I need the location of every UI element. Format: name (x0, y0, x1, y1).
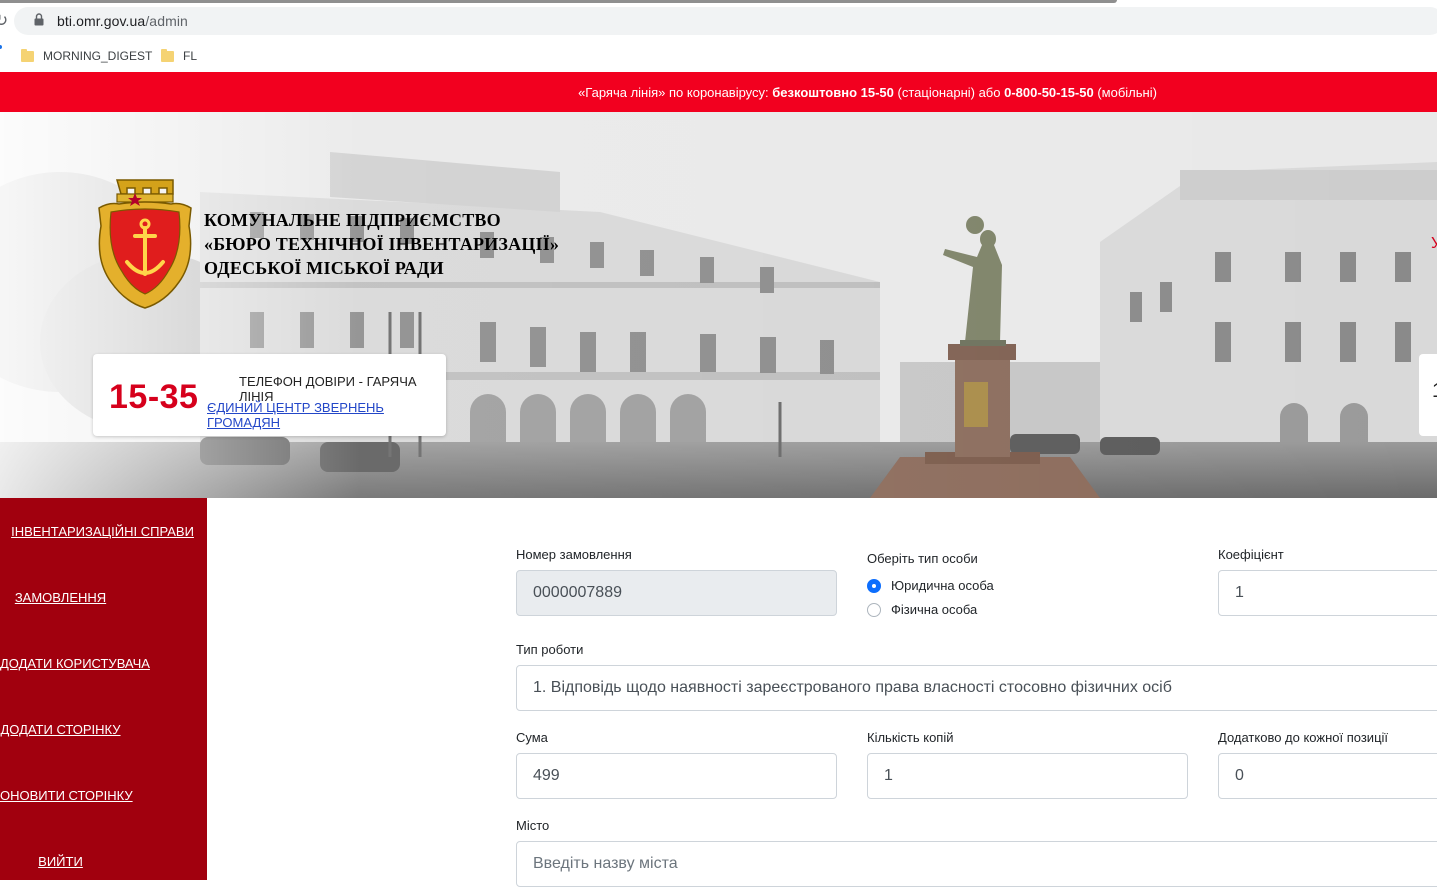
work-type-select[interactable]: 1. Відповідь щодо наявності зареєстрован… (516, 665, 1437, 711)
sidebar-item-add-user[interactable]: ДОДАТИ КОРИСТУВАЧА (0, 630, 207, 696)
sidebar-item-logout[interactable]: ВИЙТИ (0, 828, 207, 894)
coefficient-label: Коефіцієнт (1218, 547, 1284, 562)
org-name-line-2: «БЮРО ТЕХНІЧНОЇ ІНВЕНТАРИЗАЦІЇ» (204, 234, 560, 254)
partial-card-text: 1 (1432, 380, 1437, 403)
sidebar-item-update-page[interactable]: ОНОВИТИ СТОРІНКУ (0, 762, 207, 828)
reload-icon[interactable]: ↻ (0, 11, 8, 31)
url-path: /admin (145, 13, 188, 29)
hotline-suffix: (мобільні) (1093, 84, 1157, 100)
org-name-line-3: ОДЕСЬКОЇ МІСЬКОЇ РАДИ (204, 258, 444, 278)
partial-info-card: 1 (1419, 354, 1437, 436)
order-number-label: Номер замовлення (516, 547, 632, 562)
bookmark-label: MORNING_DIGEST (43, 49, 153, 63)
sum-label: Сума (516, 730, 548, 745)
trust-phone-number: 15-35 (109, 378, 199, 416)
copies-label: Кількість копій (867, 730, 954, 745)
odessa-coat-of-arms-logo (98, 179, 192, 309)
browser-tab-strip-edge (0, 0, 1117, 3)
city-label: Місто (516, 818, 550, 833)
sidebar-item-label: ЗАМОВЛЕННЯ (14, 589, 107, 605)
city-input[interactable]: Введіть назву міста (516, 841, 1437, 887)
org-name-line-1: КОМУНАЛЬНЕ ПІДПРИЄМСТВО (204, 210, 501, 230)
radio-individual[interactable]: Фізична особа (867, 602, 977, 617)
radio-button-unchecked[interactable] (867, 602, 881, 617)
url-text[interactable]: bti.omr.gov.ua/admin (57, 13, 188, 29)
sidebar-item-orders[interactable]: ЗАМОВЛЕННЯ (0, 564, 207, 630)
header-banner: КОМУНАЛЬНЕ ПІДПРИЄМСТВО «БЮРО ТЕХНІЧНОЇ … (0, 112, 1437, 498)
copies-field[interactable]: 1 (867, 753, 1188, 799)
radio-button-checked[interactable] (867, 578, 881, 593)
organization-name: КОМУНАЛЬНЕ ПІДПРИЄМСТВО «БЮРО ТЕХНІЧНОЇ … (204, 208, 559, 280)
coefficient-field[interactable]: 1 (1218, 570, 1437, 616)
lock-icon[interactable] (34, 13, 44, 26)
hotline-free-number: безкоштовно 15-50 (772, 84, 894, 100)
person-type-label: Оберіть тип особи (867, 551, 978, 566)
radio-legal-entity[interactable]: Юридична особа (867, 578, 994, 593)
extra-per-item-label: Додатково до кожної позиції (1218, 730, 1389, 745)
sidebar-item-label: ДОДАТИ КОРИСТУВАЧА (0, 655, 150, 671)
sidebar-item-label: ОНОВИТИ СТОРІНКУ (0, 787, 133, 803)
admin-sidebar: ІНВЕНТАРИЗАЦІЙНІ СПРАВИ ЗАМОВЛЕННЯ ДОДАТ… (0, 498, 207, 880)
bookmark-label: FL (183, 49, 198, 63)
url-field[interactable] (14, 7, 1437, 35)
browser-address-bar: ↻ bti.omr.gov.ua/admin (0, 0, 1437, 40)
order-number-field[interactable]: 0000007889 (516, 570, 837, 616)
bookmark-morning-digest[interactable]: MORNING_DIGEST (21, 45, 152, 67)
folder-icon (161, 48, 174, 62)
hotline-mobile-number: 0-800-50-15-50 (1004, 84, 1094, 100)
extra-per-item-field[interactable]: 0 (1218, 753, 1437, 799)
url-host: bti.omr.gov.ua (57, 13, 146, 29)
partial-red-text: У (1431, 235, 1437, 252)
citizens-appeals-center-link[interactable]: ЄДИНИЙ ЦЕНТР ЗВЕРНЕНЬ ГРОМАДЯН (207, 400, 446, 430)
hotline-prefix: «Гаряча лінія» по коронавірусу: (578, 84, 773, 100)
hotline-banner: «Гаряча лінія» по коронавірусу: безкошто… (0, 72, 1437, 112)
bookmarks-bar: MORNING_DIGEST FL (0, 40, 1437, 73)
sidebar-item-inventory-cases[interactable]: ІНВЕНТАРИЗАЦІЙНІ СПРАВИ (0, 498, 207, 564)
sum-field[interactable]: 499 (516, 753, 837, 799)
sidebar-item-add-page[interactable]: ДОДАТИ СТОРІНКУ (0, 696, 207, 762)
radio-label: Юридична особа (891, 578, 994, 593)
hotline-middle: (стаціонарні) або (893, 84, 1005, 100)
sidebar-item-label: ВИЙТИ (38, 853, 83, 869)
work-type-label: Тип роботи (516, 642, 584, 657)
sidebar-item-label: ІНВЕНТАРИЗАЦІЙНІ СПРАВИ (11, 523, 194, 539)
sidebar-item-label: ДОДАТИ СТОРІНКУ (0, 721, 121, 737)
bookmark-fl[interactable]: FL (161, 45, 197, 67)
banner-photo (0, 112, 1437, 498)
trust-phone-card: 15-35 ТЕЛЕФОН ДОВІРИ - ГАРЯЧА ЛІНІЯ ЄДИН… (93, 354, 446, 436)
radio-label: Фізична особа (891, 602, 978, 617)
folder-icon (21, 48, 34, 62)
